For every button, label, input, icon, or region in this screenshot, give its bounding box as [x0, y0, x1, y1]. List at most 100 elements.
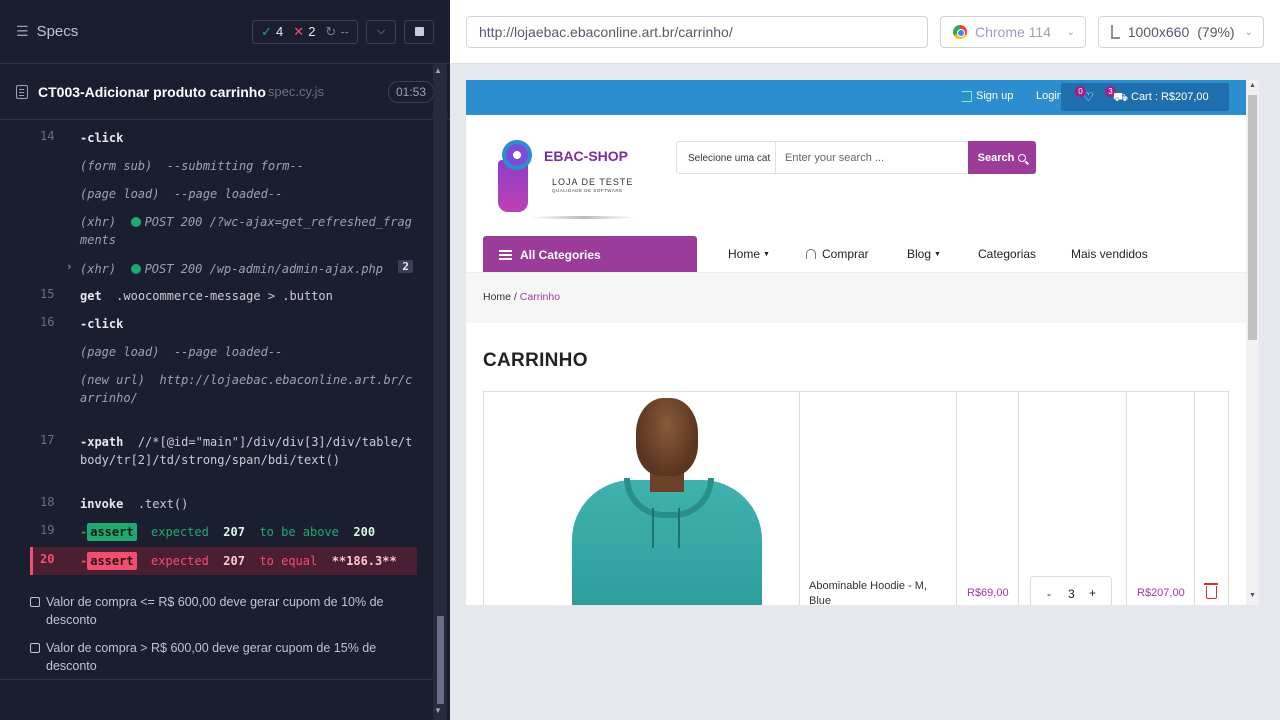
nav-item-mais-vendidos[interactable]: Mais vendidos [1071, 247, 1148, 261]
all-categories-button[interactable]: All Categories [483, 236, 697, 273]
url-bar[interactable]: http://lojaebac.ebaconline.art.br/carrin… [466, 16, 928, 48]
test-item[interactable]: Valor de compra <= R$ 600,00 deve gerar … [30, 593, 420, 629]
scroll-down-icon[interactable]: ▼ [1249, 592, 1256, 599]
specs-label: Specs [36, 23, 79, 40]
command-row[interactable]: (xhr) POST 200 /?wc-ajax=get_refreshed_f… [30, 213, 417, 249]
chrome-icon [953, 25, 967, 39]
quantity-increase-button[interactable]: + [1089, 586, 1096, 600]
viewport-info[interactable]: 1000x660 (79%) ⌄ [1098, 16, 1264, 48]
command-message: POST 200 /wp-admin/admin-ajax.php [144, 262, 383, 276]
test-title: Valor de compra <= R$ 600,00 deve gerar … [46, 595, 384, 627]
breadcrumb-bar: Home / Carrinho [466, 273, 1246, 323]
ruler-icon [1111, 25, 1120, 39]
command-row[interactable]: 16 -click [30, 315, 417, 333]
command-row[interactable]: 14 -click [30, 129, 417, 147]
browser-select[interactable]: Chrome 114 ⌄ [940, 16, 1086, 48]
command-message: .text() [137, 497, 189, 511]
assert-text: expected [151, 525, 209, 539]
checkbox-icon [30, 597, 40, 607]
assert-row-failed[interactable]: 20 - assert expected 207 to equal **186.3… [30, 547, 417, 575]
product-name-link[interactable]: Abominable Hoodie - M, Blue [809, 579, 939, 605]
nav-label: Categorias [978, 247, 1037, 261]
scroll-down-icon[interactable]: ▼ [434, 706, 442, 715]
nav-item-comprar[interactable]: Comprar [806, 247, 869, 261]
command-name: get [80, 289, 102, 303]
command-row[interactable]: › (xhr) POST 200 /wp-admin/admin-ajax.ph… [30, 260, 417, 278]
breadcrumb-separator: / [511, 291, 520, 303]
scroll-up-icon[interactable]: ▲ [1249, 82, 1256, 89]
x-icon: ✕ [293, 23, 305, 39]
cart-button[interactable]: ♡ 0 3 ⛟ Cart : R$207,00 [1061, 83, 1229, 111]
command-number: 20 [40, 552, 55, 566]
product-drawstring-graphic [652, 508, 654, 548]
scroll-up-icon[interactable]: ▲ [434, 66, 442, 75]
product-image[interactable] [554, 398, 774, 605]
command-row[interactable]: (form sub) --submitting form-- [30, 157, 417, 175]
test-stats: ✓ 4 ✕ 2 ↻ -- [252, 19, 358, 44]
chevron-right-icon[interactable]: › [66, 260, 73, 273]
search-button[interactable]: Search [968, 141, 1036, 174]
assert-row-passed[interactable]: 19 - assert expected 207 to be above 200 [30, 523, 417, 541]
command-row[interactable]: (page load) --page loaded-- [30, 343, 417, 361]
passed-count: 4 [276, 24, 284, 39]
category-select[interactable]: Selecione uma cat [688, 153, 770, 164]
nav-item-blog[interactable]: Blog ▼ [907, 247, 941, 261]
quantity-value[interactable]: 3 [1068, 587, 1075, 601]
assert-badge: assert [87, 523, 137, 541]
collapse-button[interactable]: ⌵ [366, 19, 396, 44]
quantity-decrease-button[interactable]: - [1047, 587, 1051, 601]
login-link[interactable]: Login [1036, 90, 1063, 102]
chevron-down-icon: ⌄ [1066, 26, 1075, 38]
nav-item-categorias[interactable]: Categorias [978, 247, 1036, 261]
browser-label: Chrome 114 [975, 24, 1052, 40]
app-under-test-frame: Sign up Login ♡ 0 3 ⛟ Cart : R$207,00 EB… [466, 80, 1259, 605]
command-number: 17 [40, 433, 55, 447]
cart-total: Cart : R$207,00 [1131, 91, 1209, 103]
command-name: -click [80, 317, 124, 331]
specs-button[interactable]: ☰ Specs [16, 23, 78, 40]
chevron-down-icon: ⌄ [1244, 26, 1253, 38]
search-input[interactable] [785, 150, 965, 166]
cypress-reporter-panel: ☰ Specs ✓ 4 ✕ 2 ↻ -- ⌵ CT003-Adicionar prod… [0, 0, 450, 720]
command-name: -click [80, 131, 124, 145]
cart-table [483, 391, 1229, 605]
divider [0, 679, 433, 680]
logo-title: EBAC-SHOP [544, 148, 629, 164]
logo-subtitle: LOJA DE TESTE [552, 177, 634, 187]
command-message: --page loaded-- [173, 345, 283, 359]
command-number: 16 [40, 315, 55, 329]
spinner-icon: ↻ [325, 23, 337, 39]
stop-button[interactable] [404, 19, 434, 44]
stats-bar: ✓ 4 ✕ 2 ↻ -- ⌵ [252, 19, 434, 44]
command-row[interactable]: 17 -xpath //*[@id="main"]/div/div[3]/div… [30, 433, 417, 487]
caret-down-icon: ▼ [763, 250, 770, 258]
file-icon [16, 84, 28, 99]
pending-count: -- [340, 24, 349, 39]
reporter-scrollbar-thumb[interactable] [437, 616, 444, 704]
command-row[interactable]: 18 invoke .text() [30, 495, 417, 513]
pending-stat: ↻ -- [325, 24, 349, 40]
passed-stat: ✓ 4 [261, 24, 283, 40]
site-logo[interactable]: EBAC-SHOP LOJA DE TESTE QUALIDADE DE SOF… [496, 136, 646, 222]
command-row[interactable]: (page load) --page loaded-- [30, 185, 417, 203]
wishlist-count-badge: 0 [1075, 86, 1086, 97]
nav-label: Blog [907, 247, 932, 261]
command-row[interactable]: (new url) http://lojaebac.ebaconline.art… [30, 371, 417, 425]
failed-stat: ✕ 2 [293, 24, 315, 40]
headset-icon [806, 249, 816, 259]
assert-text: expected [151, 554, 209, 568]
signup-link[interactable]: Sign up [962, 90, 1013, 102]
test-item[interactable]: Valor de compra > R$ 600,00 deve gerar c… [30, 639, 420, 675]
trash-icon[interactable] [1204, 583, 1218, 599]
nav-item-home[interactable]: Home ▼ [728, 247, 770, 261]
breadcrumb-home-link[interactable]: Home [483, 291, 511, 303]
signup-icon [962, 90, 972, 102]
url-text: http://lojaebac.ebaconline.art.br/carrin… [479, 24, 733, 40]
assert-value: 207 [223, 525, 245, 539]
test-title: Valor de compra > R$ 600,00 deve gerar c… [46, 641, 377, 673]
aut-scrollbar-thumb[interactable] [1248, 95, 1257, 340]
viewport-size: 1000x660 [1127, 24, 1190, 40]
command-message: //*[@id="main"]/div/div[3]/div/table/tbo… [80, 435, 413, 467]
assert-value: **186.3** [331, 554, 397, 568]
command-row[interactable]: 15 get .woocommerce-message > .button [30, 287, 417, 305]
